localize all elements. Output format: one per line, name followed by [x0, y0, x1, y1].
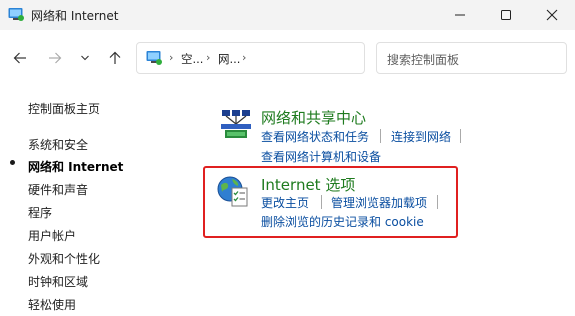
maximize-button[interactable] [483, 0, 529, 30]
connect-to-network-link[interactable]: 连接到网络 [391, 128, 451, 145]
breadcrumb-item-control-panel[interactable]: 空... [181, 51, 203, 67]
search-box[interactable]: 搜索控制面板 [376, 42, 567, 74]
minimize-icon [455, 14, 465, 16]
breadcrumb-chevron-icon: › [206, 51, 211, 64]
chevron-down-icon [81, 55, 89, 61]
close-button[interactable] [529, 0, 575, 30]
control-panel-icon [146, 51, 162, 65]
navigation-bar: › 空... › 网... › 搜索控制面板 [0, 30, 575, 86]
sidebar-item-network-internet[interactable]: 网络和 Internet [28, 158, 123, 175]
breadcrumb-item-network[interactable]: 网... [218, 51, 240, 67]
back-button[interactable] [8, 46, 32, 70]
window-title: 网络和 Internet [31, 9, 119, 23]
sidebar-item-programs[interactable]: 程序 [28, 204, 52, 221]
link-separator [380, 129, 381, 143]
address-bar[interactable]: › 空... › 网... › [136, 42, 365, 74]
breadcrumb-chevron-icon: › [242, 51, 247, 64]
close-icon [546, 9, 558, 21]
sidebar-item-ease-of-access[interactable]: 轻松使用 [28, 296, 76, 313]
control-panel-icon [8, 8, 24, 21]
view-network-status-link[interactable]: 查看网络状态和任务 [261, 128, 369, 145]
arrow-right-icon [49, 52, 62, 64]
sidebar-item-appearance[interactable]: 外观和个性化 [28, 250, 100, 267]
sidebar-home-link[interactable]: 控制面板主页 [28, 100, 100, 117]
maximize-icon [501, 10, 511, 20]
sidebar-item-clock-region[interactable]: 时钟和区域 [28, 273, 88, 290]
arrow-left-icon [13, 52, 26, 64]
sidebar-item-hardware-sound[interactable]: 硬件和声音 [28, 181, 88, 198]
forward-button[interactable] [43, 46, 67, 70]
view-network-computers-link[interactable]: 查看网络计算机和设备 [261, 148, 381, 165]
minimize-button[interactable] [437, 0, 483, 30]
network-sharing-center-icon [221, 110, 251, 138]
breadcrumb-chevron-icon: › [169, 51, 174, 64]
highlight-box [203, 166, 458, 238]
arrow-up-icon [109, 51, 121, 64]
recent-locations-button[interactable] [73, 46, 97, 70]
search-placeholder: 搜索控制面板 [387, 53, 460, 67]
title-bar: 网络和 Internet [0, 0, 575, 30]
network-sharing-center-title[interactable]: 网络和共享中心 [261, 107, 366, 128]
sidebar-item-user-accounts[interactable]: 用户帐户 [28, 227, 76, 244]
up-button[interactable] [103, 46, 127, 70]
sidebar-item-system-security[interactable]: 系统和安全 [28, 136, 88, 153]
active-indicator-dot [10, 160, 15, 165]
link-separator [460, 129, 461, 143]
control-panel-window: 网络和 Internet › 空... › 网... › 搜索控制面板 控制面板… [0, 0, 575, 316]
